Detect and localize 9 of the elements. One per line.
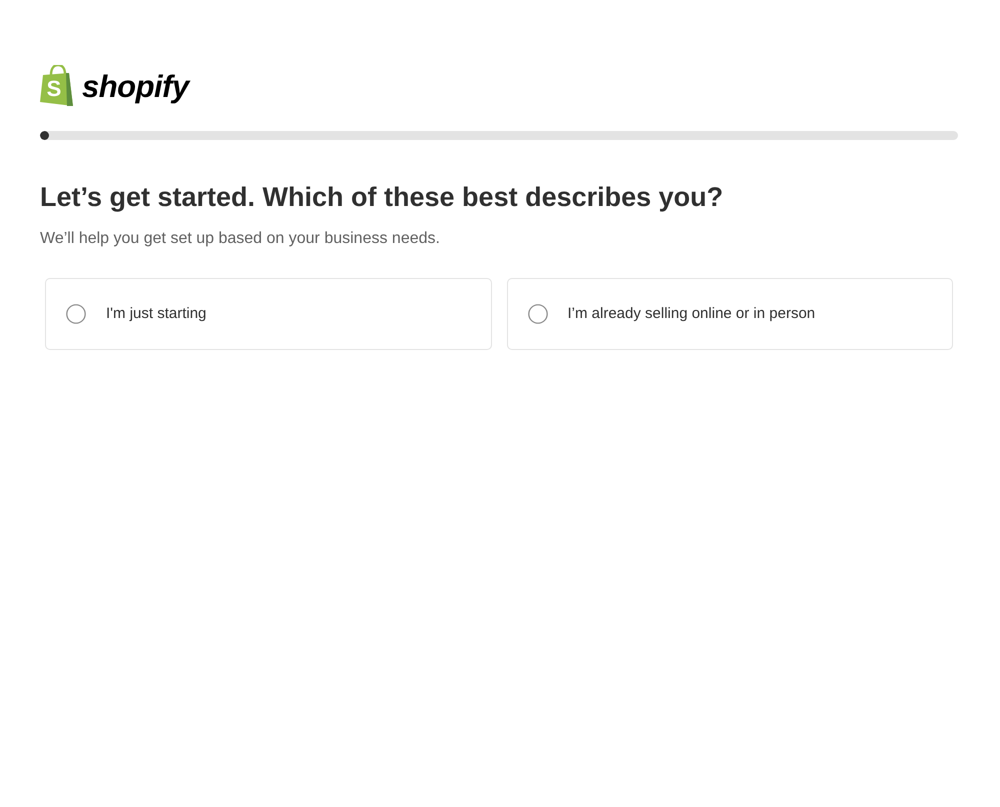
- option-label: I'm just starting: [106, 304, 206, 324]
- option-label: I’m already selling online or in person: [568, 304, 816, 324]
- option-card[interactable]: I'm just starting: [45, 278, 492, 350]
- logo-wordmark: shopify: [82, 70, 189, 102]
- page-subheading: We’ll help you get set up based on your business needs.: [40, 229, 441, 250]
- option-card[interactable]: I’m already selling online or in person: [506, 278, 953, 350]
- radio-button-icon[interactable]: [66, 304, 86, 324]
- page-heading: Let’s get started. Which of these best describes you?: [40, 181, 724, 214]
- radio-button-icon[interactable]: [528, 304, 548, 324]
